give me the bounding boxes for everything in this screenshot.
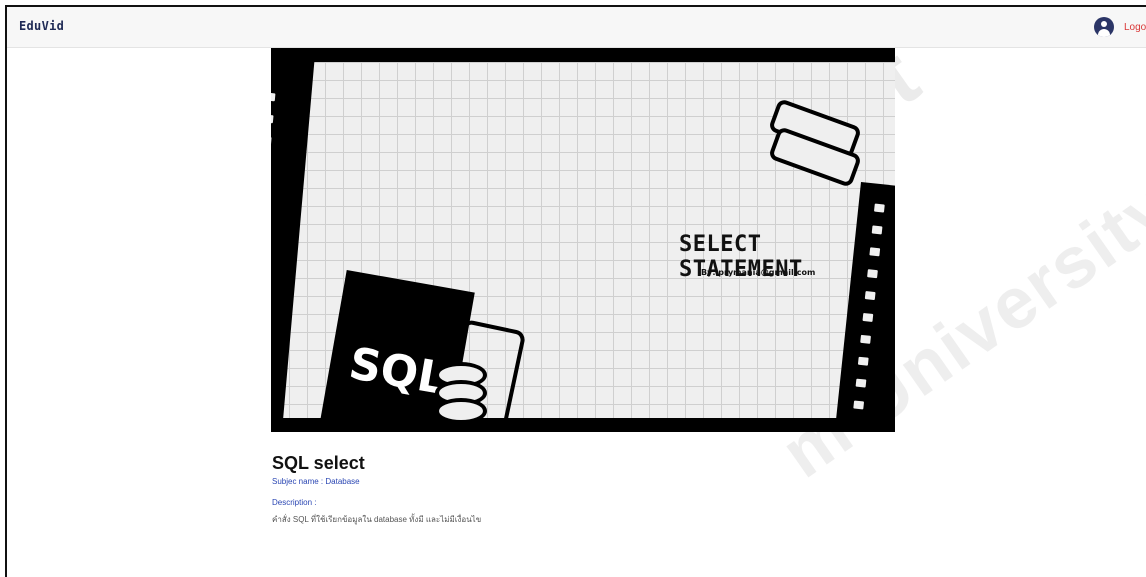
film-perforation bbox=[862, 312, 874, 322]
film-perforation bbox=[853, 400, 865, 410]
avatar-body-shape bbox=[1098, 29, 1110, 37]
film-perforation bbox=[271, 92, 276, 102]
user-menu: Logout bbox=[1094, 15, 1146, 39]
avatar-head-shape bbox=[1101, 21, 1107, 27]
brand-logo[interactable]: EduVid bbox=[19, 19, 64, 33]
subject-name: Subjec name : Database bbox=[272, 477, 360, 486]
logout-link[interactable]: Logout bbox=[1124, 22, 1146, 33]
top-navbar: EduVid Logout bbox=[7, 7, 1146, 48]
film-perforation bbox=[864, 291, 876, 301]
film-strip-left bbox=[271, 52, 315, 432]
film-perforation bbox=[271, 114, 274, 124]
film-perforation bbox=[855, 378, 867, 388]
film-perforation bbox=[857, 356, 869, 366]
video-details: SQL select Subjec name : Database Descri… bbox=[272, 453, 481, 526]
film-perforation bbox=[873, 203, 885, 213]
thumbnail-author: By: prymania@gmail.com bbox=[701, 268, 816, 277]
video-player[interactable]: SQL SELECT STATEMENT By: prymania@gmail.… bbox=[271, 48, 895, 432]
film-strip-right bbox=[829, 182, 895, 432]
user-circle-icon[interactable] bbox=[1094, 17, 1114, 37]
app-window: EduVid Logout partment m University bbox=[5, 5, 1146, 577]
video-thumbnail[interactable]: SQL SELECT STATEMENT By: prymania@gmail.… bbox=[271, 52, 895, 432]
film-perforation bbox=[271, 136, 272, 146]
description-text: คำสั่ง SQL ที่ใช้เรียกข้อมูลใน database … bbox=[272, 515, 482, 524]
video-title: SQL select bbox=[272, 453, 365, 473]
database-icon bbox=[435, 398, 487, 424]
film-perforation bbox=[860, 334, 871, 344]
description-label: Description : bbox=[272, 498, 317, 507]
